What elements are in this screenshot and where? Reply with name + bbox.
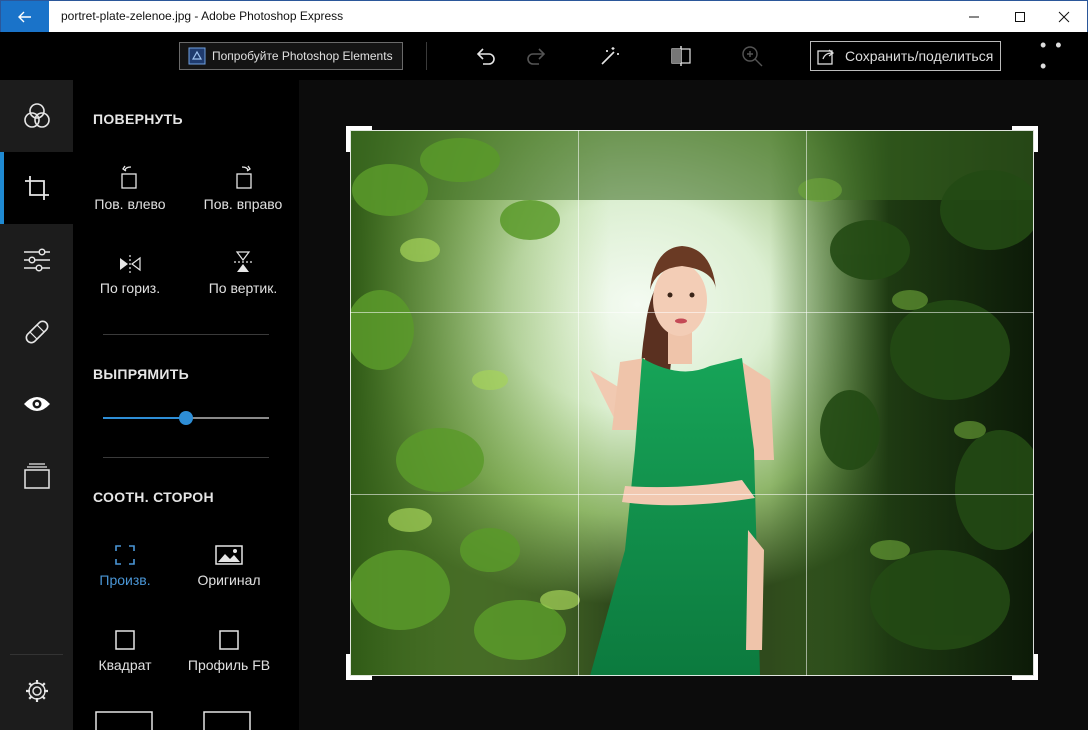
aspect-original-label: Оригинал	[197, 572, 261, 588]
close-icon	[1058, 11, 1070, 23]
aspect-custom-label: Произв.	[99, 572, 151, 588]
rotate-left-button[interactable]: Пов. влево	[75, 162, 185, 212]
save-share-label: Сохранить/поделиться	[845, 48, 994, 64]
nav-borders[interactable]	[0, 440, 73, 512]
maximize-icon	[1015, 12, 1025, 22]
crop-handle-bottom-left[interactable]	[346, 654, 372, 680]
close-button[interactable]	[1041, 1, 1087, 33]
square-icon	[115, 630, 135, 650]
photoshop-elements-logo-icon	[188, 47, 206, 65]
title-bar: portret-plate-zelenoe.jpg - Adobe Photos…	[0, 0, 1088, 33]
straighten-slider-thumb[interactable]	[179, 411, 193, 425]
zoom-in-icon	[742, 46, 763, 67]
save-share-button[interactable]: Сохранить/поделиться	[810, 41, 1001, 71]
crop-handle-top-right[interactable]	[1012, 126, 1038, 152]
minimize-icon	[969, 16, 979, 18]
try-elements-button[interactable]: Попробуйте Photoshop Elements	[179, 42, 403, 70]
arrow-left-icon	[18, 11, 31, 23]
landscape-ratio-icon[interactable]	[95, 711, 153, 730]
crop-panel: ПОВЕРНУТЬ Пов. влево Пов. вправо По гори…	[73, 80, 299, 730]
more-options-button[interactable]: • • •	[1040, 35, 1076, 76]
photo[interactable]	[350, 130, 1034, 676]
magic-wand-icon	[601, 47, 619, 65]
freeform-crop-icon	[115, 545, 135, 565]
compare-icon	[671, 46, 691, 66]
looks-icon	[23, 103, 50, 128]
landscape-ratio-icon[interactable]	[203, 711, 251, 730]
aspect-square-button[interactable]: Квадрат	[70, 623, 180, 673]
image-icon	[215, 545, 243, 565]
share-icon	[817, 49, 835, 65]
section-divider	[103, 457, 269, 458]
zoom-button[interactable]	[738, 42, 766, 70]
more-icon: • • •	[1040, 35, 1064, 76]
rotate-right-label: Пов. вправо	[203, 196, 283, 212]
gear-icon	[25, 680, 48, 702]
crop-handle-bottom-right[interactable]	[1012, 654, 1038, 680]
layers-icon	[23, 463, 50, 489]
toolbar-divider	[426, 42, 427, 70]
rotate-left-label: Пов. влево	[94, 196, 166, 212]
straighten-slider[interactable]	[103, 411, 269, 425]
flip-horizontal-button[interactable]: По гориз.	[75, 246, 185, 296]
crop-handle-top-left[interactable]	[346, 126, 372, 152]
adjustments-icon	[23, 248, 50, 272]
compare-button[interactable]	[667, 42, 695, 70]
minimize-button[interactable]	[951, 1, 997, 33]
flip-vertical-button[interactable]: По вертик.	[188, 246, 298, 296]
nav-crop[interactable]	[0, 152, 73, 224]
top-toolbar: Попробуйте Photoshop Elements Сохранить/…	[0, 32, 1088, 80]
aspect-fb-profile-button[interactable]: Профиль FB	[174, 623, 284, 673]
crop-icon	[24, 176, 49, 200]
window-title: portret-plate-zelenoe.jpg - Adobe Photos…	[61, 9, 344, 23]
maximize-button[interactable]	[997, 1, 1043, 33]
nav-settings[interactable]	[0, 655, 73, 727]
nav-adjustments[interactable]	[0, 224, 73, 296]
back-button[interactable]	[1, 1, 49, 33]
nav-heal[interactable]	[0, 296, 73, 368]
rotate-left-icon	[121, 165, 137, 189]
auto-fix-button[interactable]	[596, 42, 624, 70]
try-elements-label: Попробуйте Photoshop Elements	[212, 49, 393, 63]
rotate-section-title: ПОВЕРНУТЬ	[93, 111, 183, 127]
undo-icon	[476, 48, 495, 65]
nav-looks[interactable]	[0, 80, 73, 152]
bandage-icon	[25, 320, 48, 344]
straighten-slider-fill	[103, 417, 186, 419]
redo-button[interactable]	[522, 42, 550, 70]
aspect-section-title: СООТН. СТОРОН	[93, 489, 214, 505]
eye-icon	[23, 397, 50, 411]
redo-icon	[527, 48, 546, 65]
flip-horizontal-icon	[120, 255, 141, 273]
straighten-section-title: ВЫПРЯМИТЬ	[93, 366, 189, 382]
image-canvas	[299, 80, 1088, 730]
aspect-fb-profile-label: Профиль FB	[187, 657, 271, 673]
flip-vertical-label: По вертик.	[208, 280, 278, 296]
flip-vertical-icon	[234, 251, 252, 272]
flip-horizontal-label: По гориз.	[99, 280, 161, 296]
aspect-custom-button[interactable]: Произв.	[70, 538, 180, 588]
undo-button[interactable]	[472, 42, 500, 70]
nav-redeye[interactable]	[0, 368, 73, 440]
rotate-right-icon	[236, 165, 252, 189]
aspect-original-button[interactable]: Оригинал	[174, 538, 284, 588]
section-divider	[103, 334, 269, 335]
tool-nav	[0, 80, 73, 730]
rotate-right-button[interactable]: Пов. вправо	[188, 162, 298, 212]
crop-frame[interactable]	[350, 130, 1034, 676]
aspect-square-label: Квадрат	[98, 657, 152, 673]
square-icon	[219, 630, 239, 650]
